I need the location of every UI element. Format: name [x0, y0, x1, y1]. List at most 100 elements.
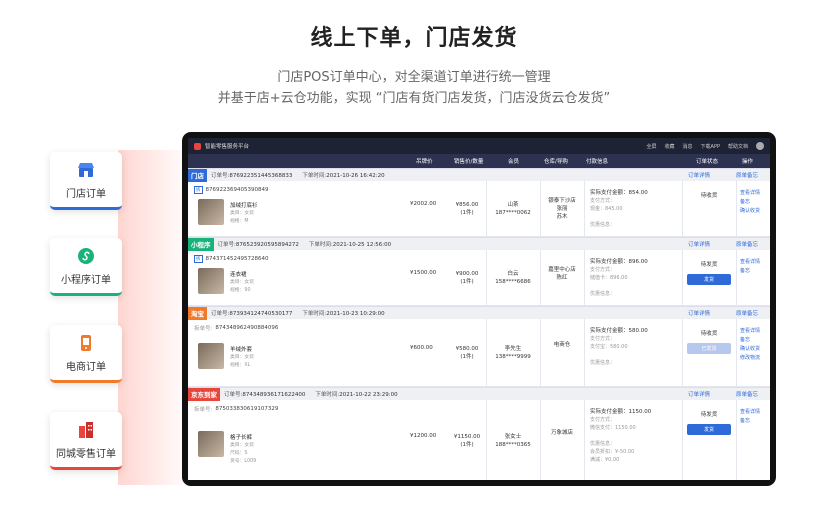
download-app-button[interactable]: 下载APP: [701, 143, 720, 150]
category-card-store[interactable]: 门店订单: [50, 152, 122, 210]
pay-line: 支付方式：: [590, 267, 616, 273]
list-price: ¥1200.00: [410, 433, 437, 439]
store-icon: [76, 160, 96, 180]
order-action-link[interactable]: 备忘: [740, 198, 760, 207]
pay-line: 会员折扣：¥-50.00: [590, 449, 635, 455]
order-detail-link[interactable]: 订单详情: [688, 390, 710, 398]
pay-line: [590, 213, 648, 221]
order-actions: 查看详情 备忘: [740, 258, 760, 276]
warehouse-block: 嘉里中心店 陈红: [540, 266, 584, 282]
order-remark-link[interactable]: 原单备忘: [736, 240, 758, 248]
product-image[interactable]: [198, 343, 224, 369]
order-detail-link[interactable]: 订单详情: [688, 171, 710, 179]
app-title: 智能零售服务平台: [205, 144, 250, 150]
pay-line: 支付方式：: [590, 417, 616, 423]
warehouse-block: 万象城店: [540, 429, 584, 437]
warehouse-block: 银泰下沙店 张丽 苏木: [540, 197, 584, 221]
channel-badge: 小程序: [188, 237, 214, 251]
sale-price-block: ¥1150.00 (1件): [452, 433, 482, 449]
messages-button[interactable]: 消息: [683, 143, 693, 150]
avatar[interactable]: [756, 142, 764, 150]
order-detail-link[interactable]: 订单详情: [688, 240, 710, 248]
order-action-link[interactable]: 确认收货: [740, 345, 760, 354]
order-number: 订单号:876922351445368833: [211, 173, 293, 179]
order-remark-link[interactable]: 原单备忘: [736, 390, 758, 398]
category-label: 同城零售订单: [56, 448, 116, 460]
payment-block: 实际支付金额：896.00 支付方式： 储值卡：896.00 优惠信息：: [590, 258, 648, 298]
product-attr: 货号：L009: [230, 459, 257, 464]
order-header: 京东到家 订单号:874348936171622400 下单时间:2021-10-2…: [188, 387, 770, 401]
product-name[interactable]: 连衣裙: [230, 270, 247, 278]
product-attrs: 类目：女装 规格：90: [230, 279, 254, 295]
member-line: 山茶: [507, 202, 519, 208]
sale-price: ¥856.00: [455, 202, 479, 208]
order-time: 下单时间:2021-10-23 10:29:00: [302, 311, 385, 317]
member-block: 山茶 187****0062: [488, 201, 538, 217]
order-body: 拆 874371452495728640 连衣裙 类目：女装 规格：90 ¥1500.00…: [188, 250, 770, 306]
table-header: 吊牌价 销售价/数量 会员 仓库/导购 付款信息 订单状态 操作: [188, 154, 770, 168]
order-remark-link[interactable]: 原单备忘: [736, 171, 758, 179]
split-label: 拆单号:: [194, 326, 213, 332]
product-image[interactable]: [198, 199, 224, 225]
category-card-ecommerce[interactable]: 电商订单: [50, 325, 122, 383]
order-action-link[interactable]: 备忘: [740, 336, 760, 345]
order-time: 下单时间:2021-10-26 16:42:20: [302, 173, 385, 179]
help-docs-button[interactable]: 帮助文档: [728, 143, 748, 150]
order-status: 待收货: [700, 331, 718, 337]
sale-price-block: ¥856.00 (1件): [452, 201, 482, 217]
member-line: 187****0062: [495, 210, 531, 216]
sale-price-block: ¥900.00 (1件): [452, 270, 482, 286]
order-actions: 查看详情 备忘: [740, 408, 760, 426]
ship-button[interactable]: 发货: [687, 274, 731, 285]
order-body: 拆 876922369405390849 加绒打底衫 类目：女装 规格：M ¥2002.0…: [188, 181, 770, 237]
member-line: 李先生: [504, 346, 522, 352]
order-detail-link[interactable]: 订单详情: [688, 309, 710, 317]
list-price: ¥1500.00: [410, 270, 437, 276]
warehouse-line: 银泰下沙店: [548, 198, 576, 204]
member-line: 白云: [507, 271, 519, 277]
ship-button[interactable]: 发货: [687, 424, 731, 435]
pay-line: 现金：845.00: [590, 206, 623, 212]
product-name[interactable]: 格子长裤: [230, 433, 252, 441]
member-line: 张女士: [504, 434, 522, 440]
order-action-link[interactable]: 备忘: [740, 417, 760, 426]
order-action-link[interactable]: 查看详情: [740, 327, 760, 336]
category-label: 电商订单: [66, 361, 106, 373]
order-action-link[interactable]: 确认收货: [740, 207, 760, 216]
fullscreen-button[interactable]: 全屏: [646, 143, 656, 150]
favorites-button[interactable]: 收藏: [665, 143, 675, 150]
channel-badge: 门店: [188, 168, 207, 182]
product-name[interactable]: 羊绒外套: [230, 345, 252, 353]
order-header: 淘宝 订单号:873934124740530177 下单时间:2021-10-23 …: [188, 306, 770, 320]
order-list: 门店 订单号:876922351445368833 下单时间:2021-10-26 …: [188, 168, 770, 480]
pay-line: 优惠信息：: [590, 222, 616, 228]
pay-line: 微信支付：1150.00: [590, 425, 636, 431]
order-action-link[interactable]: 查看详情: [740, 258, 760, 267]
pay-line: 优惠信息：: [590, 291, 616, 297]
pay-line: 优惠信息：: [590, 441, 616, 447]
pay-line: 储值卡：896.00: [590, 275, 628, 281]
product-image[interactable]: [198, 431, 224, 457]
channel-badge: 京东到家: [188, 387, 220, 401]
split-label: 拆单号:: [194, 407, 213, 413]
pay-total: 实际支付金额：580.00: [590, 328, 648, 334]
city-building-icon: [76, 420, 96, 440]
order-action-link[interactable]: 备忘: [740, 267, 760, 276]
order-action-link[interactable]: 查看详情: [740, 408, 760, 417]
split-order-row: 拆 876922369405390849: [194, 186, 269, 194]
product-image[interactable]: [198, 268, 224, 294]
sale-price: ¥1150.00: [453, 434, 481, 440]
sale-price: ¥580.00: [455, 346, 479, 352]
category-card-mini-program[interactable]: 小程序订单: [50, 238, 122, 296]
ship-button[interactable]: 已发货: [687, 343, 731, 354]
order-action-link[interactable]: 修改物流: [740, 354, 760, 363]
order-time: 下单时间:2021-10-22 23:29:00: [315, 392, 398, 398]
member-line: 158****6686: [495, 279, 531, 285]
sale-price-block: ¥580.00 (1件): [452, 345, 482, 361]
order-action-link[interactable]: 查看详情: [740, 189, 760, 198]
product-name[interactable]: 加绒打底衫: [230, 201, 258, 209]
order-remark-link[interactable]: 原单备忘: [736, 309, 758, 317]
category-card-city-retail[interactable]: 同城零售订单: [50, 412, 122, 470]
sale-price: ¥900.00: [455, 271, 479, 277]
hero-subtitle-2: 并基于店+云仓功能，实现 “门店有货门店发货，门店没货云仓发货”: [217, 91, 611, 106]
